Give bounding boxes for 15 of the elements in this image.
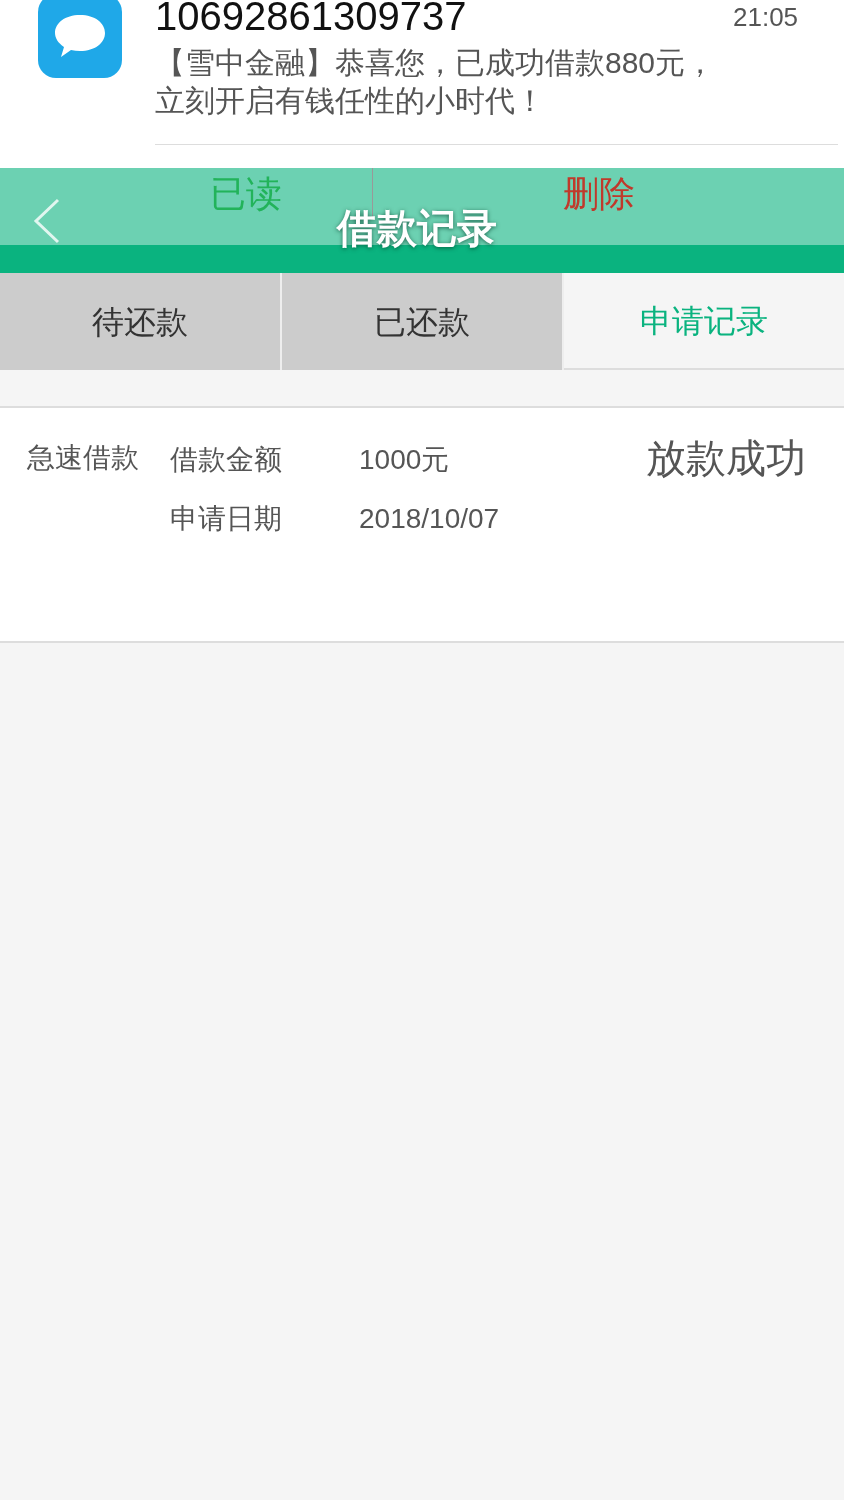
field-label: 申请日期 — [170, 502, 283, 536]
loan-type: 急速借款 — [27, 441, 140, 475]
sender-number: 10692861309737 — [155, 0, 467, 36]
back-icon[interactable] — [32, 198, 60, 244]
tab[interactable]: 待还款 — [0, 273, 282, 370]
field-value: 2018/10/07 — [359, 502, 500, 536]
loan-status: 放款成功 — [646, 438, 806, 482]
page-title: 借款记录 — [337, 205, 497, 252]
notification-message: 【雪中金融】恭喜您，已成功借款880元，立刻开启有钱任性的小时代！ — [155, 45, 717, 119]
notification-action-button[interactable]: 已读 — [209, 174, 282, 214]
field-value: 1000元 — [359, 443, 450, 477]
tab[interactable]: 已还款 — [282, 273, 564, 370]
notification-time: 21:05 — [733, 4, 799, 30]
field-label: 借款金额 — [170, 443, 283, 477]
notification-action-button[interactable]: 删除 — [562, 174, 635, 214]
